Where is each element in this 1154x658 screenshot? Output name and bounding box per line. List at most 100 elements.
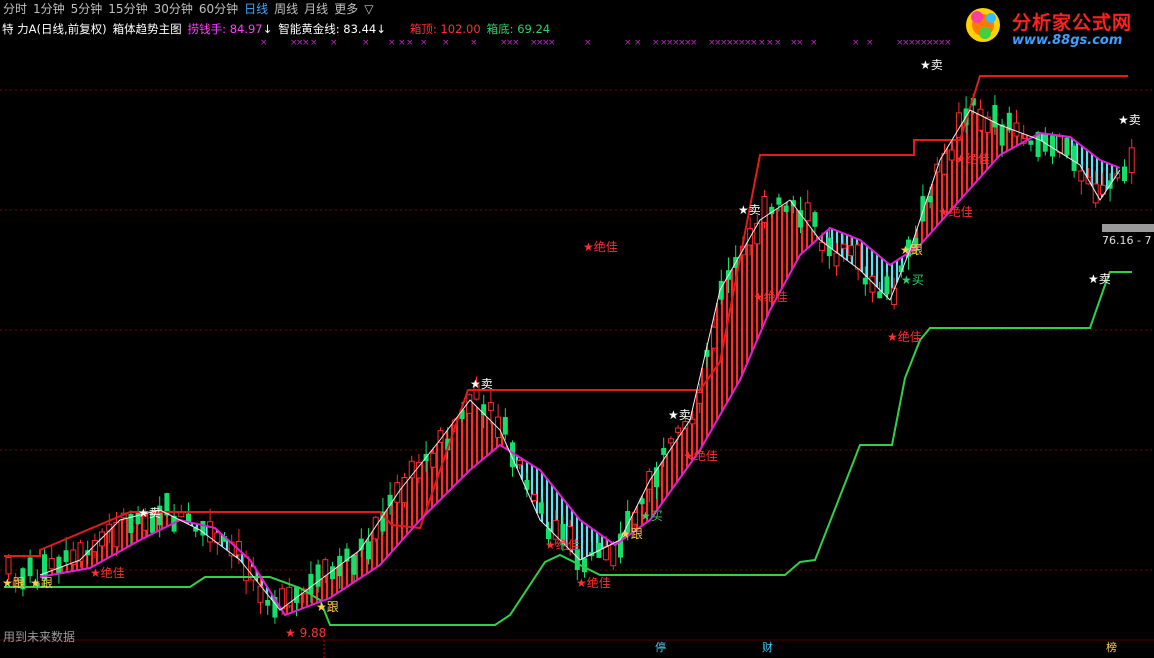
candle-down [798,210,803,228]
candle-down [776,197,782,205]
signal-marker: ★绝佳 [583,240,618,254]
candle-down [27,557,33,577]
tab-6[interactable]: 日线 [241,0,271,18]
box-top-value: 102.00 [440,22,481,36]
signal-cross: × [634,38,642,48]
tab-1[interactable]: 1分钟 [30,0,68,18]
signal-cross: × [774,38,782,48]
candle-down [294,587,299,603]
signal-marker: ★跟 [620,527,643,541]
candle-up [279,588,286,610]
candle-down [538,502,544,514]
tab-8[interactable]: 月线 [301,0,331,18]
period-tabs: 分时 1分钟 5分钟 15分钟 30分钟 60分钟 日线 周线 月线 更多 ▽ [0,0,376,18]
signal-marker: ★卖 [470,377,493,391]
signal-marker: ★绝佳 [545,538,580,552]
tab-3[interactable]: 15分钟 [105,0,150,18]
signal-marker: ★卖 [738,203,761,217]
signal-cross: × [330,38,338,48]
box-top-line [4,75,1128,557]
tab-7[interactable]: 周线 [271,0,301,18]
candle-up [1128,147,1135,173]
signal-cross: × [690,38,698,48]
signal-cross: × [260,38,268,48]
candle-down [582,558,587,573]
candle-down [315,564,321,587]
logo-url: www.88gs.com [1012,33,1123,48]
signal-cross: × [398,38,406,48]
event-tag[interactable]: 停 [653,641,668,655]
signal-cross: × [420,38,428,48]
indicator-name: 箱体趋势主图 [112,22,182,36]
signal-cross: × [302,38,310,48]
candle-down [812,212,818,227]
candle-down [992,104,998,128]
signal-cross: × [470,38,478,48]
tab-5[interactable]: 60分钟 [196,0,241,18]
tab-0[interactable]: 分时 [0,0,30,18]
candle-up [833,252,840,267]
logo-title: 分析家公式网 [1012,12,1133,34]
candle-down [56,556,62,573]
signal-cross: × [442,38,450,48]
signal-marker: ★绝佳 [683,449,718,463]
candle-down [63,550,69,562]
signal-marker: ★卖 [1118,113,1141,127]
event-tag[interactable]: 榜 [1104,641,1119,655]
signal-cross: × [584,38,592,48]
candle-up [1013,122,1020,137]
candle-down [1050,135,1055,157]
candle-up [840,243,847,249]
more-dropdown-icon[interactable]: ▽ [361,0,376,18]
current-price-bar [1102,224,1154,232]
candle-down [1071,145,1077,171]
signal-cross: × [652,38,660,48]
signal-marker: ★跟 [316,600,339,614]
candle-down [884,276,890,295]
signal-cross: × [548,38,556,48]
candle-up [675,427,682,433]
candle-down [1028,140,1034,145]
tab-2[interactable]: 5分钟 [68,0,106,18]
signal-marker: ★绝佳 [90,566,125,580]
signal-cross: × [758,38,766,48]
candle-down [366,541,371,560]
box-top-label: 箱顶: [409,22,437,36]
candle-up [754,222,761,245]
signal-marker: ★跟 [900,243,923,257]
candle-up [610,543,617,567]
candle-up [394,482,401,503]
gold-label: 智能黄金线: [278,22,340,36]
candle-down [927,195,933,203]
candle-up [711,326,718,349]
candle-down [265,600,271,606]
signal-cross: × [810,38,818,48]
box-bottom-line [4,271,1132,626]
catcher-label: 捞钱手: [187,22,227,36]
signal-cross: × [310,38,318,48]
signal-marker: ★买 [901,273,924,287]
catcher-arrow: ↓ [262,22,273,36]
candle-up [430,452,437,468]
signal-cross: × [406,38,414,48]
candle-up [322,559,329,577]
gold-arrow: ↓ [376,22,386,36]
candle-up [804,202,811,222]
gold-value: 83.44 [343,22,377,36]
event-tag[interactable]: 财 [760,641,775,655]
candle-up [516,459,523,466]
candle-up [1078,170,1085,182]
signal-marker: ★卖 [668,408,691,422]
tab-9[interactable]: 更多 [331,0,361,18]
signal-cross: × [866,38,874,48]
signal-marker: ★卖 [138,506,161,520]
signal-marker: ★ 9.88 [285,626,327,640]
candle-up [5,557,12,575]
box-bottom-value: 69.24 [517,22,551,36]
signal-marker: ★卖 [1088,272,1111,286]
candle-down [877,291,883,299]
tab-4[interactable]: 30分钟 [151,0,196,18]
candle-up [1056,135,1063,153]
candle-up [113,521,120,548]
candle-down [1122,166,1127,181]
